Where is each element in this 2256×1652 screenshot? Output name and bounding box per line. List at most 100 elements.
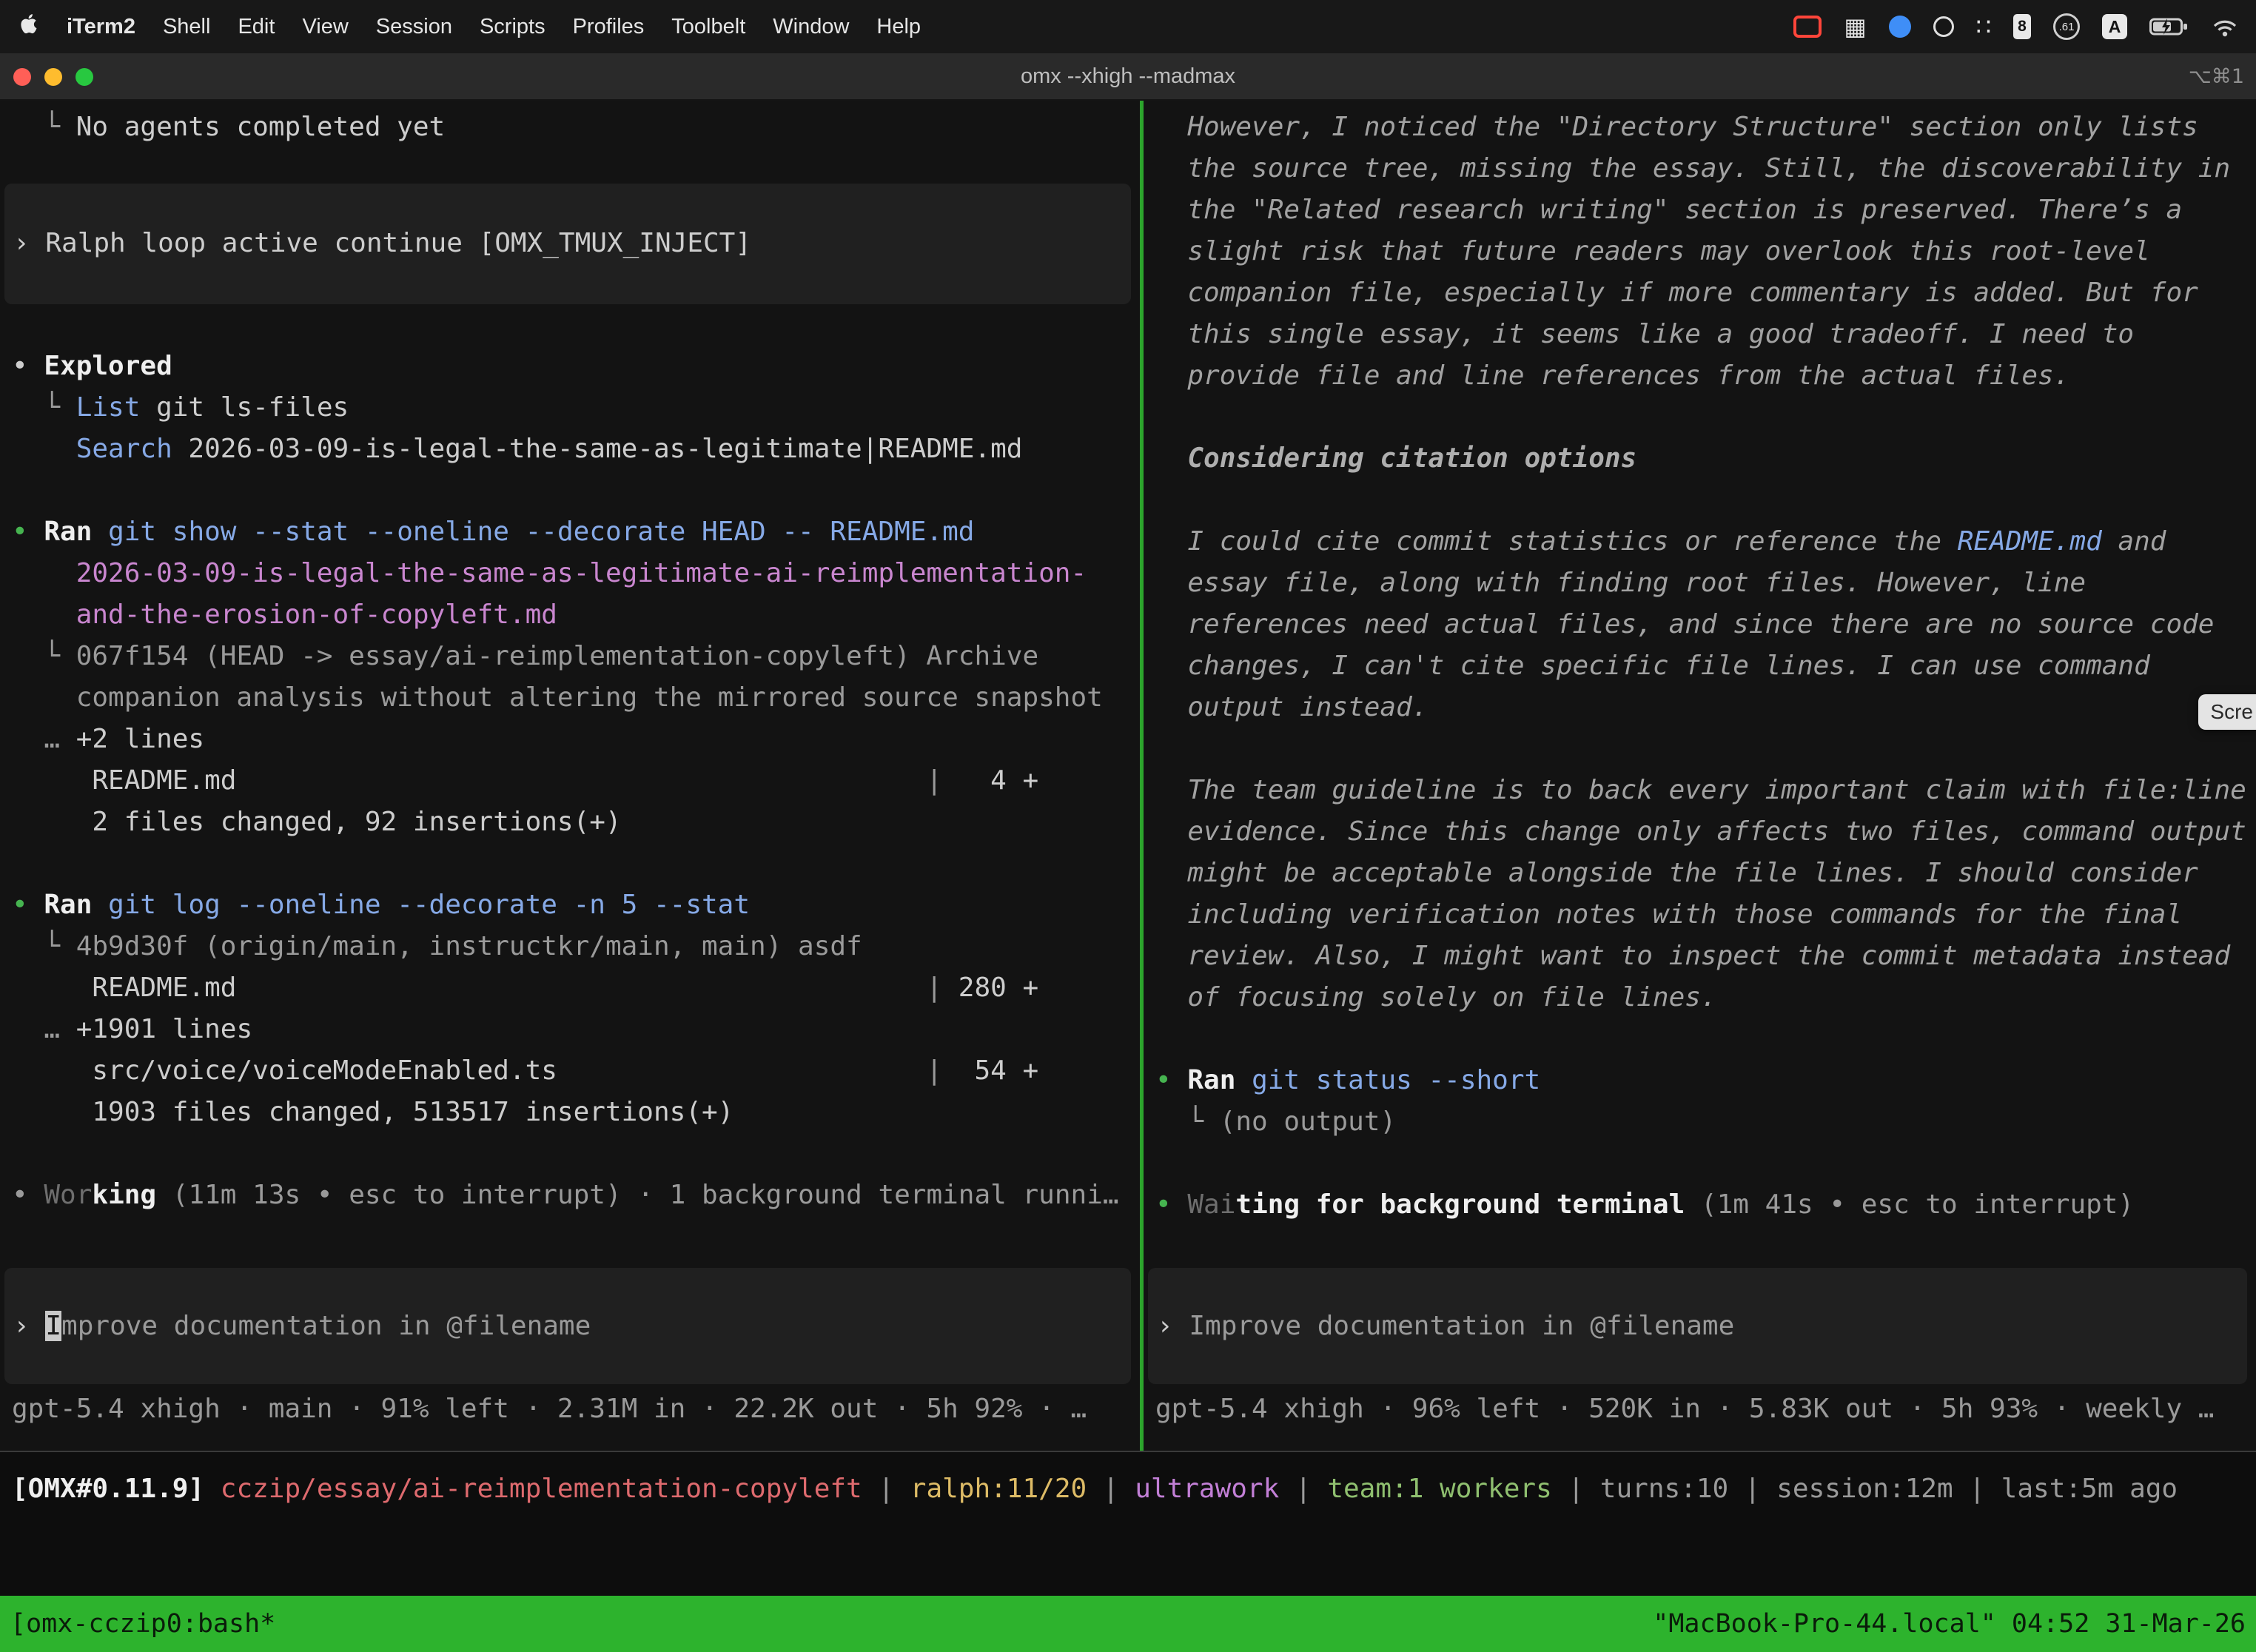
terminal-pane-right[interactable]: However, I noticed the "Directory Struct… <box>1144 101 2256 1451</box>
terminal-line: • Ran git show --stat --oneline --decora… <box>0 511 1140 553</box>
terminal-line <box>0 1133 1140 1175</box>
prompt-input-right[interactable]: › Improve documentation in @filename <box>1148 1268 2247 1384</box>
terminal-line: evidence. Since this change only affects… <box>1144 811 2256 853</box>
terminal-line <box>0 470 1140 511</box>
terminal-line: README.md | 4 + <box>0 760 1140 802</box>
window-title: omx --xhigh --madmax <box>1021 64 1235 89</box>
terminal-line: this single essay, it seems like a good … <box>1144 314 2256 355</box>
close-button[interactable] <box>13 68 31 86</box>
terminal-line <box>1144 1143 2256 1184</box>
terminal-line: slight risk that future readers may over… <box>1144 231 2256 272</box>
queued-prompt-line: › Ralph loop active continue [OMX_TMUX_I… <box>13 223 1131 264</box>
wifi-icon[interactable] <box>2212 16 2238 37</box>
apple-icon <box>18 12 41 41</box>
prompt-input-left-text: › Improve documentation in @filename <box>13 1306 591 1347</box>
terminal-output-left: └ No agents completed yet › Ralph loop ac… <box>0 107 1140 1216</box>
minimize-button[interactable] <box>44 68 62 86</box>
terminal-line <box>1144 728 2256 770</box>
zoom-button[interactable] <box>75 68 93 86</box>
terminal-panes: └ No agents completed yet › Ralph loop ac… <box>0 101 2256 1451</box>
battery-circle-icon[interactable]: .61 <box>2053 13 2080 40</box>
menu-status-icons: ▦ ∷ 8 .61 A <box>1793 13 2238 41</box>
tmux-status-bar: [omx-cczip0:bash* "MacBook-Pro-44.local"… <box>0 1596 2256 1652</box>
terminal-line: Search 2026-03-09-is-legal-the-same-as-l… <box>0 429 1140 470</box>
window-title-bar: omx --xhigh --madmax ⌥⌘1 <box>0 53 2256 101</box>
terminal-line: • Waiting for background terminal (1m 41… <box>1144 1184 2256 1226</box>
apps-grid-icon[interactable]: ∷ <box>1976 13 1991 41</box>
menu-item[interactable]: Shell <box>163 15 211 39</box>
window-grid-icon[interactable]: ▦ <box>1844 13 1866 41</box>
terminal-line: changes, I can't cite specific file line… <box>1144 645 2256 687</box>
terminal-line <box>0 843 1140 884</box>
terminal-line: output instead. <box>1144 687 2256 728</box>
omx-status-text: [OMX#0.11.9] cczip/essay/ai-reimplementa… <box>0 1468 2256 1510</box>
model-status-right-text: gpt-5.4 xhigh · 96% left · 520K in · 5.8… <box>1144 1389 2256 1430</box>
terminal-line: the "Related research writing" section i… <box>1144 189 2256 231</box>
terminal-line: src/voice/voiceModeEnabled.ts | 54 + <box>0 1050 1140 1092</box>
terminal-line <box>0 304 1140 346</box>
tmux-session-window: [omx-cczip0:bash* <box>10 1609 275 1639</box>
menu-item[interactable]: Edit <box>238 15 275 39</box>
menu-bar: iTerm2 Shell Edit View Session Scripts Profil… <box>0 0 2256 53</box>
terminal-line: companion file, especially if more comme… <box>1144 272 2256 314</box>
menu-items: Shell Edit View Session Scripts Profiles Toolb… <box>163 15 921 39</box>
terminal-line: • Working (11m 13s • esc to interrupt) ·… <box>0 1175 1140 1216</box>
terminal-line: Considering citation options <box>1144 438 2256 480</box>
prompt-input-left[interactable]: › Improve documentation in @filename <box>4 1268 1131 1384</box>
terminal-line: 1903 files changed, 513517 insertions(+) <box>0 1092 1140 1133</box>
menu-item[interactable]: Help <box>876 15 921 39</box>
terminal-line <box>1144 397 2256 438</box>
terminal-pane-left[interactable]: └ No agents completed yet › Ralph loop ac… <box>0 101 1140 1451</box>
menu-item[interactable]: Profiles <box>573 15 645 39</box>
screen: iTerm2 Shell Edit View Session Scripts Profil… <box>0 0 2256 1652</box>
model-status-left: gpt-5.4 xhigh · main · 91% left · 2.31M … <box>0 1389 1140 1430</box>
terminal-line: README.md | 280 + <box>0 967 1140 1009</box>
queued-prompt-box[interactable]: › Ralph loop active continue [OMX_TMUX_I… <box>4 184 1131 304</box>
menu-item[interactable]: View <box>302 15 348 39</box>
tab-shortcut-hint: ⌥⌘1 <box>2189 65 2244 88</box>
terminal-line: references need actual files, and since … <box>1144 604 2256 645</box>
notification-sliver[interactable]: Scre <box>2198 694 2256 730</box>
traffic-lights <box>13 53 93 101</box>
input-source-icon[interactable]: A <box>2102 14 2127 39</box>
terminal-line: 2 files changed, 92 insertions(+) <box>0 802 1140 843</box>
blue-app-icon[interactable] <box>1889 16 1911 38</box>
model-status-left-text: gpt-5.4 xhigh · main · 91% left · 2.31M … <box>0 1389 1140 1430</box>
tmux-host-clock: "MacBook-Pro-44.local" 04:52 31-Mar-26 <box>1653 1609 2246 1639</box>
terminal-line: of focusing solely on file lines. <box>1144 977 2256 1018</box>
menu-item[interactable]: Session <box>376 15 452 39</box>
prompt-input-right-text: › Improve documentation in @filename <box>1157 1306 1734 1347</box>
terminal-line: companion analysis without altering the … <box>0 677 1140 719</box>
terminal-line: … +1901 lines <box>0 1009 1140 1050</box>
terminal-line: • Ran git log --oneline --decorate -n 5 … <box>0 884 1140 926</box>
terminal-line: The team guideline is to back every impo… <box>1144 770 2256 811</box>
menu-item[interactable]: Window <box>773 15 849 39</box>
screen-recording-indicator-icon[interactable] <box>1793 16 1822 38</box>
menu-item[interactable]: Scripts <box>480 15 545 39</box>
terminal-line: I could cite commit statistics or refere… <box>1144 521 2256 563</box>
terminal-line: the source tree, missing the essay. Stil… <box>1144 148 2256 189</box>
terminal-line: └ List git ls-files <box>0 387 1140 429</box>
terminal-line: essay file, along with finding root file… <box>1144 563 2256 604</box>
battery-icon[interactable] <box>2149 17 2189 36</box>
omx-status-line: [OMX#0.11.9] cczip/essay/ai-reimplementa… <box>0 1468 2256 1510</box>
terminal-line: might be acceptable alongside the file l… <box>1144 853 2256 894</box>
terminal-line: 2026-03-09-is-legal-the-same-as-legitima… <box>0 553 1140 594</box>
terminal-line: └ No agents completed yet <box>0 107 1140 148</box>
model-status-right: gpt-5.4 xhigh · 96% left · 520K in · 5.8… <box>1144 1389 2256 1430</box>
menu-item-app-name[interactable]: iTerm2 <box>67 15 135 39</box>
terminal-line: and-the-erosion-of-copyleft.md <box>0 594 1140 636</box>
pane-bottom-separator <box>0 1451 2256 1452</box>
apple-menu[interactable] <box>18 12 41 41</box>
domino-icon[interactable]: 8 <box>2013 14 2031 39</box>
terminal-line: including verification notes with those … <box>1144 894 2256 936</box>
terminal-line: … +2 lines <box>0 719 1140 760</box>
dark-app-icon[interactable] <box>1933 16 1954 37</box>
terminal-line: • Ran git status --short <box>1144 1060 2256 1101</box>
terminal-line: review. Also, I might want to inspect th… <box>1144 936 2256 977</box>
terminal-line: └ 067f154 (HEAD -> essay/ai-reimplementa… <box>0 636 1140 677</box>
terminal-output-right: However, I noticed the "Directory Struct… <box>1144 107 2256 1226</box>
menu-item[interactable]: Toolbelt <box>671 15 745 39</box>
terminal-line: However, I noticed the "Directory Struct… <box>1144 107 2256 148</box>
terminal-line <box>1144 480 2256 521</box>
